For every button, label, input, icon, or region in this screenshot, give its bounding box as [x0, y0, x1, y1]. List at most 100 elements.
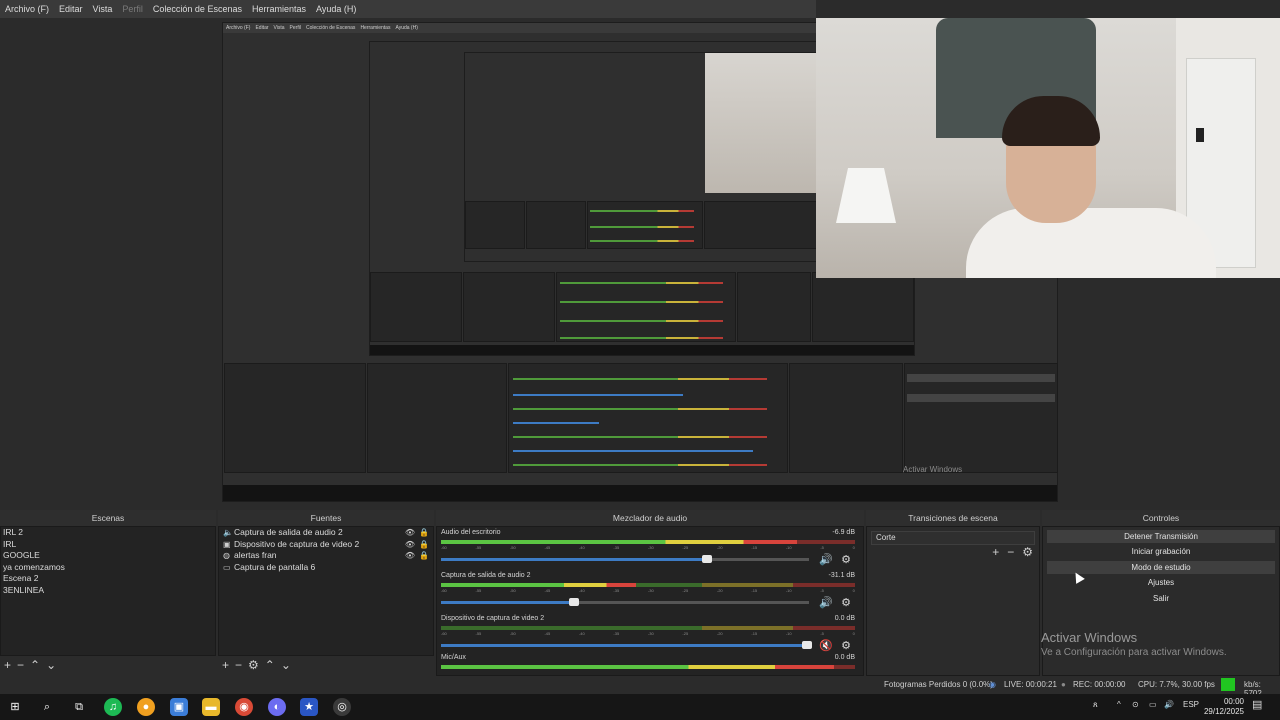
cpu-fps: CPU: 7.7%, 30.00 fps — [1138, 680, 1215, 689]
scene-item[interactable]: ya comenzamos — [1, 562, 215, 574]
track-name: Audio del escritorio — [441, 529, 501, 536]
exit-button[interactable]: Salir — [1047, 592, 1275, 605]
status-bar: Fotogramas Perdidos 0 (0.0%) ◉ LIVE: 00:… — [0, 676, 1280, 698]
scene-item[interactable]: 3ENLINEA — [1, 585, 215, 597]
globe-icon: ◍ — [223, 551, 230, 560]
obs-icon[interactable]: ◎ — [333, 698, 351, 716]
chat-app-icon[interactable]: ◐ — [268, 698, 286, 716]
network-icon[interactable]: ⊙ — [1132, 700, 1139, 709]
meter-tick-label: -35 — [613, 545, 620, 550]
add-transition-icon[interactable]: + — [992, 545, 999, 559]
track-db: 0.0 dB — [834, 654, 855, 661]
chrome-icon[interactable]: ◉ — [235, 698, 253, 716]
meter-tick-label: 0 — [852, 545, 855, 550]
spotify-icon[interactable]: ♫ — [104, 698, 122, 716]
meter-tick-label: -5 — [820, 545, 824, 550]
gear-icon[interactable]: ⚙ — [248, 658, 259, 672]
windows-taskbar: ⊞ ⌕ ⧉ ♫ ● ▣ ▬ ◉ ◐ ★ ◎ ጸ ^ ⊙ ▭ 🔊 ESP 00:0… — [0, 694, 1280, 720]
stream-health-indicator — [1221, 678, 1235, 691]
menu-perfil[interactable]: Perfil — [117, 4, 148, 14]
menu-herramientas[interactable]: Herramientas — [247, 4, 311, 14]
menu-vista[interactable]: Vista — [88, 4, 118, 14]
add-source-icon[interactable]: + — [222, 658, 229, 672]
lock-icon[interactable]: 🔒 — [419, 527, 429, 539]
clock[interactable]: 00:00 29/12/2025 — [1204, 697, 1244, 717]
visibility-eye-icon[interactable]: 👁 — [405, 539, 415, 551]
gear-icon[interactable]: ⚙ — [841, 596, 851, 609]
mixer-track: Dispositivo de captura de video 2 0.0 dB … — [441, 615, 855, 652]
visibility-eye-icon[interactable]: 👁 — [405, 527, 415, 539]
task-view-icon[interactable]: ⧉ — [70, 698, 88, 716]
meter-tick-label: -10 — [785, 545, 792, 550]
people-icon[interactable]: ጸ — [1093, 700, 1098, 710]
level-meter — [441, 626, 855, 630]
meter-tick-label: -55 — [475, 588, 482, 593]
scenes-toolbar: + − ⌃ ⌄ — [0, 656, 216, 674]
volume-slider[interactable]: 🔊 ⚙ — [441, 596, 855, 609]
source-label: Captura de salida de audio 2 — [234, 527, 343, 537]
move-down-icon[interactable]: ⌄ — [281, 658, 291, 672]
meter-tick-label: -40 — [578, 631, 585, 636]
gear-icon[interactable]: ⚙ — [841, 553, 851, 566]
source-item[interactable]: 🔈 Captura de salida de audio 2 👁 🔒 — [219, 527, 433, 539]
volume-slider[interactable]: 🔊 ⚙ — [441, 553, 855, 566]
visibility-eye-icon[interactable]: 👁 — [405, 550, 415, 562]
menu-archivo[interactable]: Archivo (F) — [0, 4, 54, 14]
nested-mixer-1 — [508, 363, 788, 473]
muted-speaker-icon[interactable]: 🔇 — [819, 639, 833, 652]
activate-subtitle: Ve a Configuración para activar Windows. — [1041, 647, 1227, 658]
chevron-up-icon[interactable]: ^ — [1117, 700, 1121, 709]
lock-icon[interactable]: 🔒 — [419, 539, 429, 551]
menu-bar: Archivo (F) Editar Vista Perfil Colecció… — [0, 0, 816, 18]
remove-scene-icon[interactable]: − — [17, 658, 24, 672]
lock-icon[interactable]: 🔒 — [419, 550, 429, 562]
sources-toolbar: + − ⚙ ⌃ ⌄ — [218, 656, 434, 674]
menu-ayuda[interactable]: Ayuda (H) — [311, 4, 361, 14]
stop-streaming-button[interactable]: Detener Transmisión — [1047, 530, 1275, 543]
source-item[interactable]: ▭ Captura de pantalla 6 — [219, 562, 433, 574]
scene-item[interactable]: IRL 2 — [1, 527, 215, 539]
meter-tick-label: -15 — [751, 631, 758, 636]
start-recording-button[interactable]: Iniciar grabación — [1047, 545, 1275, 558]
volume-icon[interactable]: 🔊 — [1164, 700, 1174, 709]
track-name: Mic/Aux — [441, 654, 466, 661]
notification-icon[interactable]: ▤ — [1252, 698, 1262, 711]
camera-icon: ▣ — [223, 539, 231, 549]
volume-slider[interactable]: 🔇 ⚙ — [441, 639, 855, 652]
source-item[interactable]: ◍ alertas fran 👁 🔒 — [219, 550, 433, 562]
remove-transition-icon[interactable]: − — [1007, 545, 1014, 559]
speaker-icon[interactable]: 🔊 — [819, 596, 833, 609]
meter-tick-label: -20 — [716, 545, 723, 550]
transition-select[interactable]: Corte — [871, 531, 1035, 545]
game-icon[interactable]: ★ — [300, 698, 318, 716]
folder-icon[interactable]: ▬ — [202, 698, 220, 716]
meter-tick-label: -30 — [647, 588, 654, 593]
scene-item[interactable]: GOOGLE — [1, 550, 215, 562]
browser-icon[interactable]: ● — [137, 698, 155, 716]
preview-canvas[interactable]: Archivo (F) Editar Vista Perfil Colección de… — [0, 18, 1280, 510]
language-indicator[interactable]: ESP — [1183, 700, 1199, 709]
source-item[interactable]: ▣ Dispositivo de captura de video 2 👁 🔒 — [219, 539, 433, 551]
speaker-icon[interactable]: 🔊 — [819, 553, 833, 566]
meter-ticks: -60 -55 -50 -45 -40 -35 -30 -25 -20 -15 -10 -5 0 — [441, 545, 855, 551]
gear-icon[interactable]: ⚙ — [841, 639, 851, 652]
windows-start-icon[interactable]: ⊞ — [6, 698, 24, 716]
remove-source-icon[interactable]: − — [235, 658, 242, 672]
level-meter — [441, 665, 855, 669]
display-icon[interactable]: ▭ — [1149, 700, 1157, 709]
audio-mixer: Audio del escritorio -6.9 dB -60 -55 -50 -45… — [436, 526, 864, 676]
app-icon[interactable]: ▣ — [170, 698, 188, 716]
scene-item[interactable]: Escena 2 — [1, 573, 215, 585]
search-icon[interactable]: ⌕ — [38, 698, 56, 716]
meter-tick-label: 0 — [852, 588, 855, 593]
menu-coleccion-escenas[interactable]: Colección de Escenas — [148, 4, 247, 14]
add-scene-icon[interactable]: + — [4, 658, 11, 672]
meter-tick-label: -10 — [785, 631, 792, 636]
gear-icon[interactable]: ⚙ — [1022, 545, 1033, 559]
mixer-track: Captura de salida de audio 2 -31.1 dB -60… — [441, 572, 855, 609]
move-up-icon[interactable]: ⌃ — [30, 658, 40, 672]
menu-editar[interactable]: Editar — [54, 4, 88, 14]
move-down-icon[interactable]: ⌄ — [46, 658, 56, 672]
move-up-icon[interactable]: ⌃ — [265, 658, 275, 672]
scene-item[interactable]: IRL — [1, 539, 215, 551]
